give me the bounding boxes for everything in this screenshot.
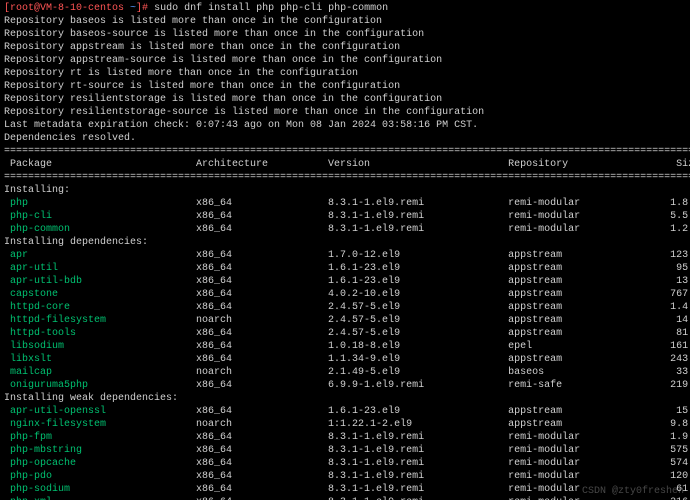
section-weak-deps: Installing weak dependencies:: [4, 392, 686, 405]
pkg-row: php-opcache x86_64 8.3.1-1.el9.remi remi…: [4, 457, 686, 470]
pkg-row: nginx-filesystem noarch 1:1.22.1-2.el9 a…: [4, 418, 686, 431]
pkg-row: libsodium x86_64 1.0.18-8.el9 epel 161 k: [4, 340, 686, 353]
pkg-name: httpd-tools: [4, 328, 196, 339]
repo-warning: Repository appstream-source is listed mo…: [4, 54, 686, 67]
repo-warning: Repository resilientstorage is listed mo…: [4, 93, 686, 106]
pkg-name: php-mbstring: [4, 445, 196, 456]
section-installing: Installing:: [4, 184, 686, 197]
pkg-name: apr-util-bdb: [4, 276, 196, 287]
repo-warning: Last metadata expiration check: 0:07:43 …: [4, 119, 686, 132]
pkg-name: httpd-core: [4, 302, 196, 313]
pkg-name: php-pdo: [4, 471, 196, 482]
pkg-name: libsodium: [4, 341, 196, 352]
hr-mid: ========================================…: [4, 171, 686, 184]
pkg-row: php-pdo x86_64 8.3.1-1.el9.remi remi-mod…: [4, 470, 686, 483]
repo-warning-block: Repository baseos is listed more than on…: [4, 15, 686, 145]
hr-top: ========================================…: [4, 145, 686, 158]
pkg-row: apr-util-bdb x86_64 1.6.1-23.el9 appstre…: [4, 275, 686, 288]
pkg-name: libxslt: [4, 354, 196, 365]
pkg-row: php-cli x86_64 8.3.1-1.el9.remi remi-mod…: [4, 210, 686, 223]
pkg-row: apr-util x86_64 1.6.1-23.el9 appstream 9…: [4, 262, 686, 275]
repo-warning: Repository baseos is listed more than on…: [4, 15, 686, 28]
install-rows: php x86_64 8.3.1-1.el9.remi remi-modular…: [4, 197, 686, 236]
pkg-row: httpd-core x86_64 2.4.57-5.el9 appstream…: [4, 301, 686, 314]
prompt-line: [root@VM-8-10-centos ~]# sudo dnf instal…: [4, 2, 686, 15]
repo-warning: Repository resilientstorage-source is li…: [4, 106, 686, 119]
pkg-row: httpd-filesystem noarch 2.4.57-5.el9 app…: [4, 314, 686, 327]
watermark: CSDN @zty0freshen: [582, 485, 684, 498]
repo-warning: Repository rt-source is listed more than…: [4, 80, 686, 93]
pkg-name: php-cli: [4, 211, 196, 222]
pkg-name: apr-util: [4, 263, 196, 274]
pkg-name: apr-util-openssl: [4, 406, 196, 417]
section-dependencies: Installing dependencies:: [4, 236, 686, 249]
prompt-command: sudo dnf install php php-cli php-common: [154, 3, 388, 14]
pkg-name: php-common: [4, 224, 196, 235]
dep-rows: apr x86_64 1.7.0-12.el9 appstream 123 k …: [4, 249, 686, 392]
repo-warning: Repository baseos-source is listed more …: [4, 28, 686, 41]
pkg-name: php-fpm: [4, 432, 196, 443]
repo-warning: Repository rt is listed more than once i…: [4, 67, 686, 80]
pkg-name: oniguruma5php: [4, 380, 196, 391]
pkg-name: php-sodium: [4, 484, 196, 495]
pkg-row: php-mbstring x86_64 8.3.1-1.el9.remi rem…: [4, 444, 686, 457]
pkg-row: php-fpm x86_64 8.3.1-1.el9.remi remi-mod…: [4, 431, 686, 444]
pkg-name: nginx-filesystem: [4, 419, 196, 430]
pkg-row: capstone x86_64 4.0.2-10.el9 appstream 7…: [4, 288, 686, 301]
pkg-name: php: [4, 198, 196, 209]
pkg-name: httpd-filesystem: [4, 315, 196, 326]
repo-warning: Repository appstream is listed more than…: [4, 41, 686, 54]
pkg-row: oniguruma5php x86_64 6.9.9-1.el9.remi re…: [4, 379, 686, 392]
pkg-row: php-common x86_64 8.3.1-1.el9.remi remi-…: [4, 223, 686, 236]
pkg-name: mailcap: [4, 367, 196, 378]
column-headers: Package Architecture Version Repository …: [4, 158, 686, 171]
pkg-name: php-opcache: [4, 458, 196, 469]
pkg-name: capstone: [4, 289, 196, 300]
pkg-row: apr-util-openssl x86_64 1.6.1-23.el9 app…: [4, 405, 686, 418]
terminal[interactable]: [root@VM-8-10-centos ~]# sudo dnf instal…: [0, 0, 690, 500]
prompt-userhost: [root@VM-8-10-centos: [4, 3, 130, 14]
pkg-row: apr x86_64 1.7.0-12.el9 appstream 123 k: [4, 249, 686, 262]
pkg-name: apr: [4, 250, 196, 261]
pkg-row: php x86_64 8.3.1-1.el9.remi remi-modular…: [4, 197, 686, 210]
pkg-row: libxslt x86_64 1.1.34-9.el9 appstream 24…: [4, 353, 686, 366]
pkg-row: mailcap noarch 2.1.49-5.el9 baseos 33 k: [4, 366, 686, 379]
repo-warning: Dependencies resolved.: [4, 132, 686, 145]
pkg-row: httpd-tools x86_64 2.4.57-5.el9 appstrea…: [4, 327, 686, 340]
prompt-suffix: ]#: [136, 3, 154, 14]
